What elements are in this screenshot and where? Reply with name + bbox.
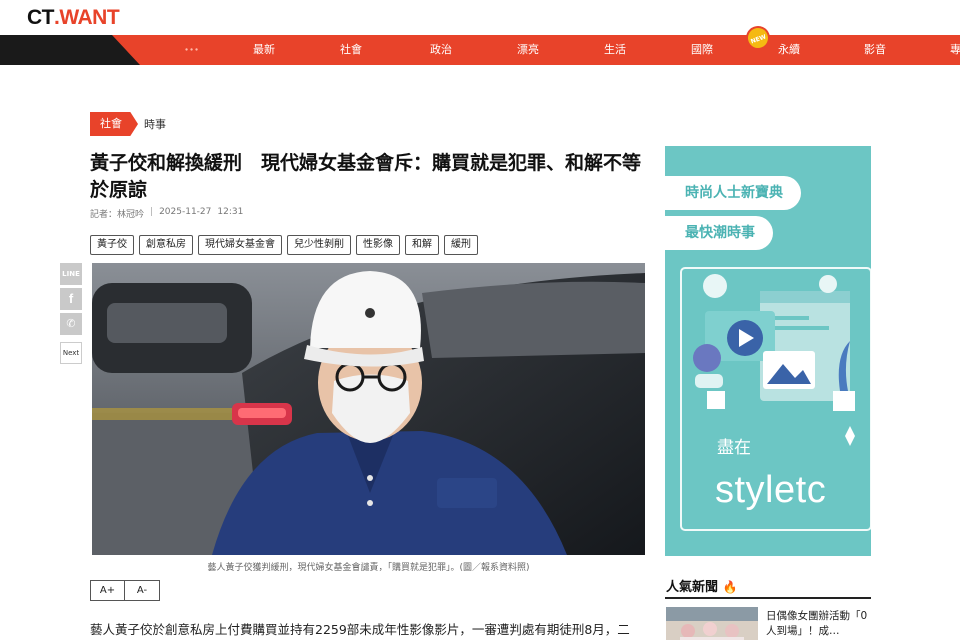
article-tags: 黃子佼 創意私房 現代婦女基金會 兒少性剝削 性影像 和解 緩刑 [90, 235, 478, 255]
logo-ct: CT [27, 6, 55, 29]
breadcrumb-category[interactable]: 社會 [90, 112, 138, 136]
nav-item-latest[interactable]: 最新 [253, 35, 275, 65]
nav-item-sustainability[interactable]: 永續 [778, 35, 800, 65]
breadcrumb-subcategory[interactable]: 時事 [144, 116, 166, 132]
font-size-controls: A+ A- [90, 580, 160, 601]
nav-item-special[interactable]: 專 [950, 35, 960, 65]
nav-item-politics[interactable]: 政治 [430, 35, 452, 65]
photo-caption: 藝人黃子佼獲判緩刑，現代婦女基金會譴責，「購買就是犯罪」。(圖／報系資料照) [207, 563, 530, 573]
popular-news-title: 人氣新聞 [666, 580, 719, 595]
ad-subtext: 盡在 [717, 438, 751, 458]
thumbnail-image [666, 607, 758, 640]
share-rail: LINE f ✆ Next [60, 263, 82, 364]
article-photo [92, 263, 645, 555]
logo-want: WANT [59, 6, 120, 29]
facebook-share-icon[interactable]: f [60, 288, 82, 310]
nav-item-society[interactable]: 社會 [340, 35, 362, 65]
nav-dark-segment [0, 35, 140, 65]
tag-item[interactable]: 現代婦女基金會 [198, 235, 282, 255]
article-title: 黃子佼和解換緩刑 現代婦女基金會斥：購買就是犯罪、和解不等於原諒 [90, 152, 642, 201]
popular-news-item-text[interactable]: 日偶像女團辦活動「0人到場」！成… [766, 609, 876, 639]
article-time: 12:31 [217, 207, 244, 217]
nav-item-video[interactable]: 影音 [864, 35, 886, 65]
popular-news-thumbnail[interactable] [666, 607, 758, 640]
popular-news-heading: 人氣新聞 🔥 [666, 576, 738, 595]
breadcrumb: 社會 時事 [90, 112, 166, 136]
header: CT. WANT [0, 0, 960, 35]
wechat-share-icon[interactable]: ✆ [60, 313, 82, 335]
fire-icon: 🔥 [722, 580, 738, 594]
font-decrease-button[interactable]: A- [125, 580, 160, 601]
popular-news-divider [665, 597, 871, 599]
article-byline: 記者：林冠吟 | 2025-11-27 12:31 [90, 207, 243, 220]
tag-item[interactable]: 緩刑 [444, 235, 478, 255]
tag-item[interactable]: 和解 [405, 235, 439, 255]
next-article-button[interactable]: Next [60, 342, 82, 364]
tag-item[interactable]: 兒少性剝削 [287, 235, 351, 255]
line-share-icon[interactable]: LINE [60, 263, 82, 285]
tag-item[interactable]: 性影像 [356, 235, 400, 255]
nav-item-life[interactable]: 生活 [604, 35, 626, 65]
font-increase-button[interactable]: A+ [90, 580, 125, 601]
nav-item-international[interactable]: 國際 [691, 35, 713, 65]
nav-more-dots[interactable]: ∙∙∙ [184, 35, 199, 65]
main-nav: ∙∙∙ 最新 社會 政治 漂亮 生活 國際 NEW 永續 影音 專 [0, 22, 960, 65]
nav-item-beauty[interactable]: 漂亮 [517, 35, 539, 65]
ctwant-logo[interactable]: CT. WANT [27, 6, 120, 29]
article-date: 2025-11-27 [159, 207, 212, 217]
sidebar-advertisement[interactable]: 時尚人士新寶典 最快潮時事 盡在 styletc [665, 146, 871, 556]
photo-illustration [92, 263, 645, 555]
tag-item[interactable]: 黃子佼 [90, 235, 134, 255]
byline-separator: | [150, 207, 154, 217]
ad-brand: styletc [715, 469, 827, 511]
tag-item[interactable]: 創意私房 [139, 235, 193, 255]
article-author: 記者：林冠吟 [90, 210, 145, 220]
article-lead-paragraph: 藝人黃子佼於創意私房上付費購買並持有2259部未成年性影像影片，一審遭判處有期徒… [90, 622, 630, 637]
